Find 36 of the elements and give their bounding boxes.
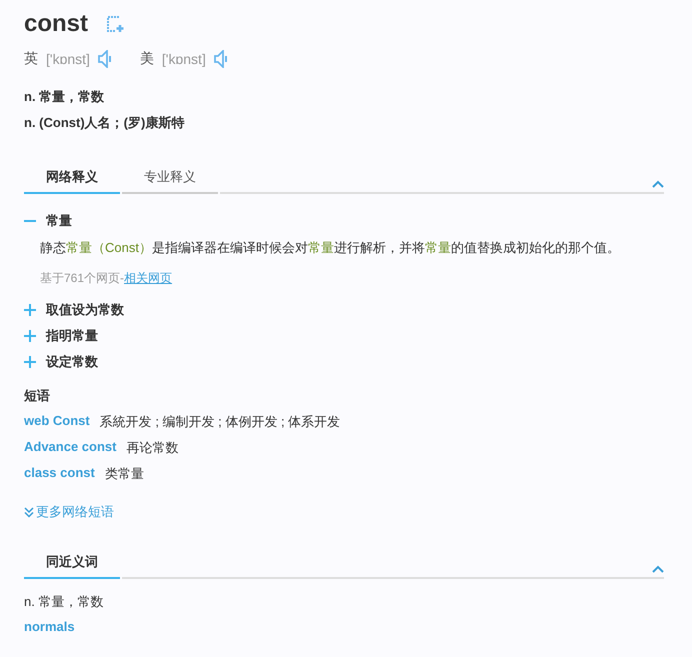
region-label: 美 (140, 50, 154, 68)
definition: n. (Const)人名；(罗)康斯特 (24, 114, 186, 132)
source-note: 基于761个网页- (40, 270, 124, 287)
collapse-icon[interactable] (652, 180, 664, 188)
related-pages-link[interactable]: 相关网页 (124, 270, 172, 287)
phrase-meaning: 系統开发 ; 编制开发 ; 体例开发 ; 体系开发 (100, 413, 340, 431)
phrase-term[interactable]: Advance const (24, 439, 116, 457)
sense-title: 设定常数 (46, 353, 98, 371)
speaker-icon[interactable] (214, 50, 228, 68)
synonym-definition: n. 常量，常数 (24, 593, 104, 611)
headword: const (24, 10, 88, 38)
sense-title: 指明常量 (46, 327, 98, 345)
region-label: 英 (24, 50, 38, 68)
sense-explanation: 静态常量（Const）是指编译器在编译时候会对常量进行解析，并将常量的值替换成初始化的那个值。 (39, 239, 621, 257)
collapse-icon[interactable] (652, 565, 664, 573)
phrase-term[interactable]: web Const (24, 413, 90, 431)
plus-icon[interactable] (24, 304, 36, 316)
tab[interactable]: 专业释义 (122, 168, 218, 194)
plus-icon[interactable] (24, 356, 36, 368)
phrase-term[interactable]: class const (24, 465, 95, 483)
sense-title: 常量 (46, 212, 72, 230)
tab[interactable]: 同近义词 (24, 553, 120, 579)
phonetic: ['kɒnst] (46, 51, 90, 67)
add-to-wordbook-icon[interactable] (106, 15, 124, 33)
phrase-meaning: 类常量 (104, 465, 144, 483)
synonym-word[interactable]: normals (24, 619, 75, 634)
speaker-icon[interactable] (98, 50, 112, 68)
more-phrases-link[interactable]: 更多网络短语 (24, 503, 114, 521)
double-chevron-icon (24, 506, 34, 518)
phonetic: ['kɒnst] (162, 51, 206, 67)
phrases-heading: 短语 (24, 387, 51, 405)
phrase-meaning: 再论常数 (126, 439, 178, 457)
plus-icon[interactable] (24, 330, 36, 342)
sense-title: 取值设为常数 (46, 301, 124, 319)
definition: n. 常量，常数 (24, 88, 106, 106)
tab[interactable]: 网络释义 (24, 168, 120, 194)
